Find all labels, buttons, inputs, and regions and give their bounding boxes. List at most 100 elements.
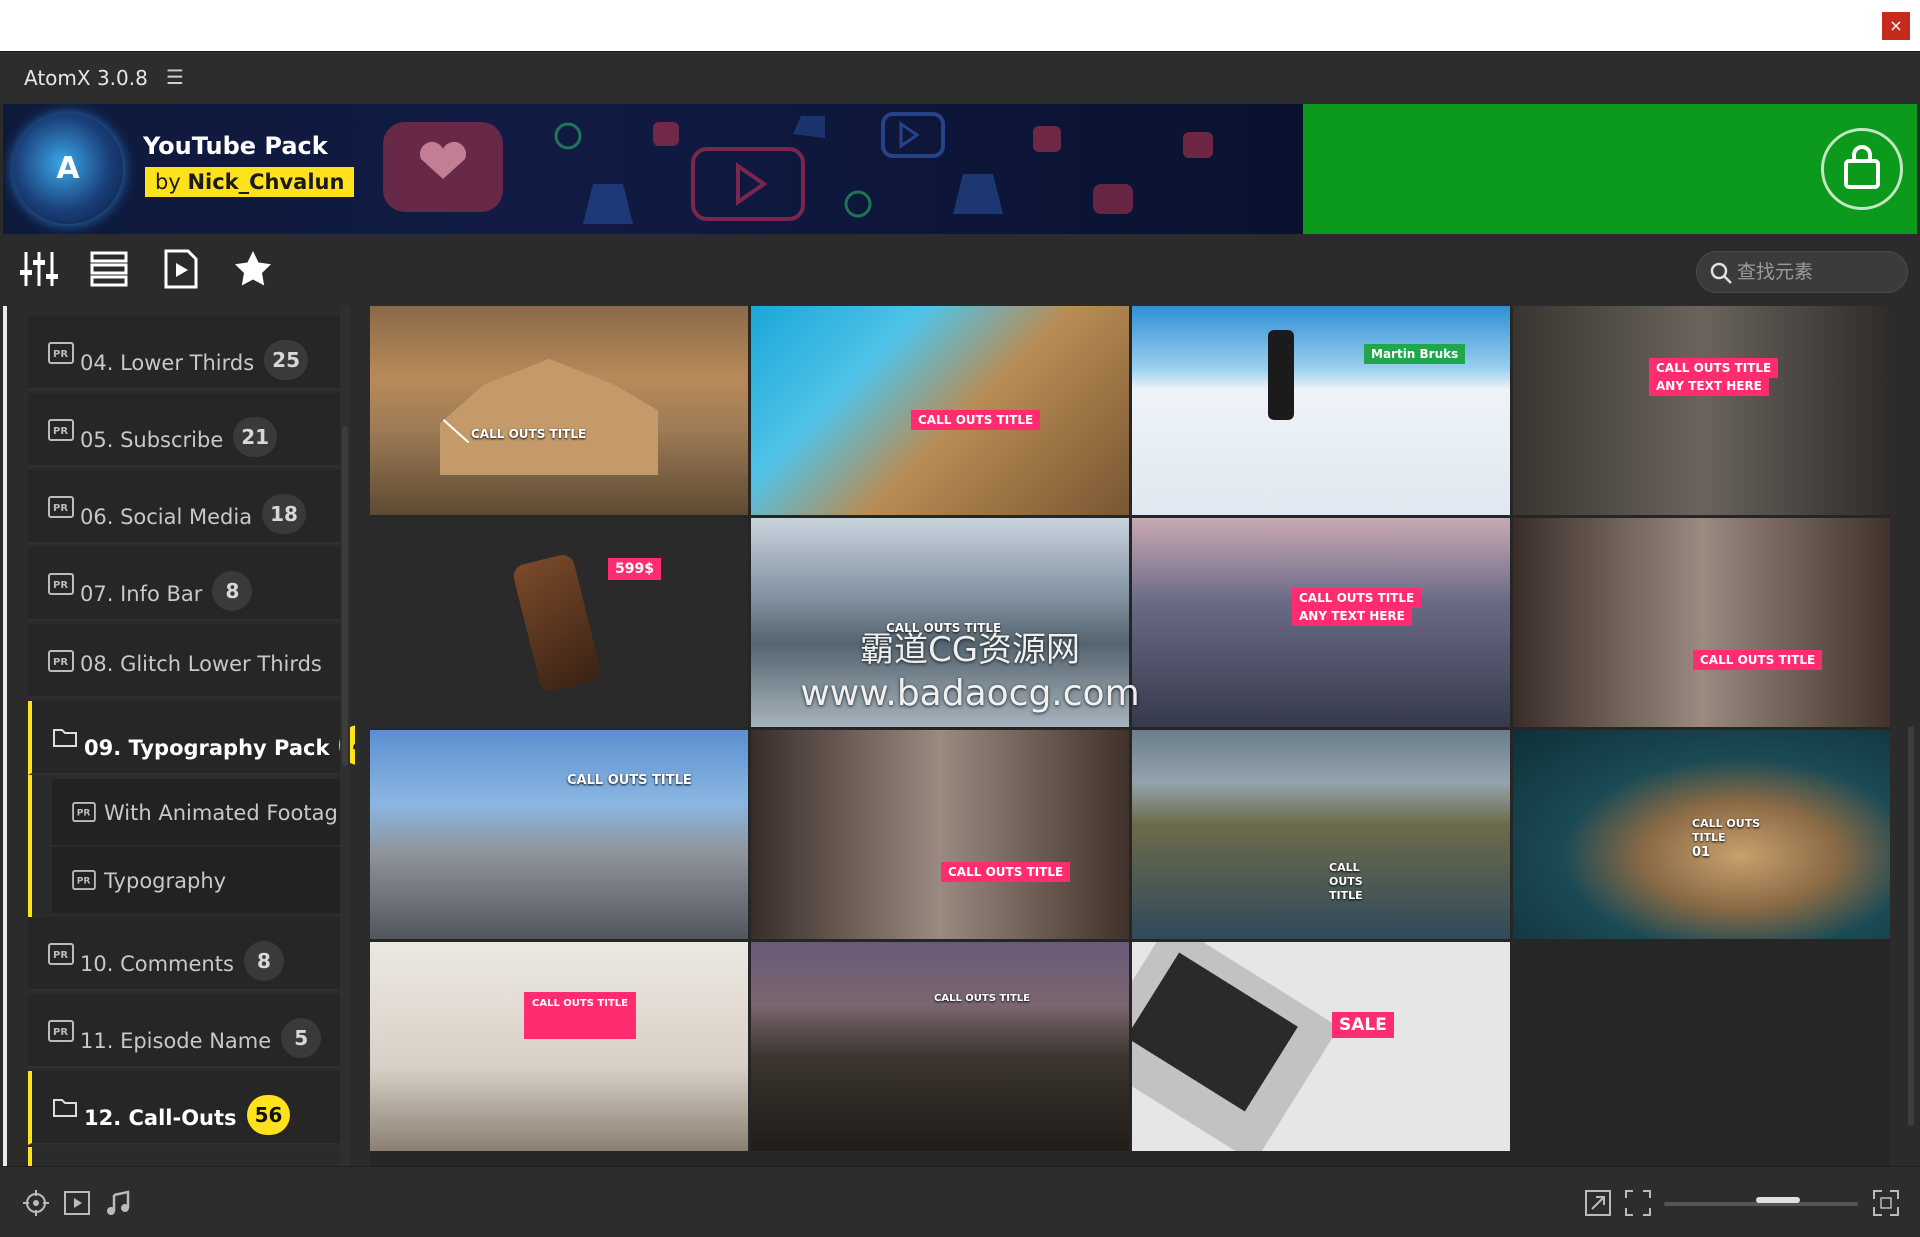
pack-title: YouTube Pack bbox=[143, 132, 328, 160]
sidebar-item-info-bar[interactable]: PR 07. Info Bar 8 bbox=[28, 547, 340, 621]
thumbnail-grid: CALL OUTS TITLE CALL OUTS TITLE Martin B… bbox=[370, 306, 1890, 1166]
hamburger-menu-icon[interactable]: ☰ bbox=[166, 65, 184, 89]
search-input[interactable] bbox=[1737, 259, 1897, 285]
callout-label: Martin Bruks bbox=[1364, 344, 1466, 364]
search-box[interactable] bbox=[1696, 251, 1908, 293]
premiere-file-icon: PR bbox=[72, 870, 96, 890]
window-close-button[interactable]: × bbox=[1882, 12, 1910, 40]
premiere-file-icon: PR bbox=[48, 1020, 74, 1042]
play-icon[interactable] bbox=[63, 1189, 91, 1217]
selection-bar bbox=[28, 775, 32, 917]
count-badge: 8 bbox=[243, 941, 284, 981]
zoom-slider-handle[interactable] bbox=[1756, 1197, 1800, 1203]
sliders-icon[interactable] bbox=[18, 248, 60, 290]
selection-bar bbox=[28, 1147, 32, 1166]
svg-text:PR: PR bbox=[77, 809, 91, 819]
svg-text:PR: PR bbox=[53, 580, 68, 591]
fullscreen-icon[interactable] bbox=[1872, 1189, 1900, 1217]
window-chrome: × bbox=[0, 0, 1920, 51]
sidebar-item-label: 05. Subscribe 21 bbox=[80, 417, 278, 461]
thumbnail-image bbox=[1513, 518, 1890, 727]
app-window: AtomX 3.0.8 ☰ A YouTube Pack by Nick_Chv… bbox=[0, 51, 1920, 1237]
svg-text:PR: PR bbox=[53, 426, 68, 437]
skier-shape bbox=[1268, 330, 1294, 420]
thumbnail-image bbox=[1132, 730, 1510, 939]
thumbnail-item[interactable]: SALE bbox=[1132, 942, 1510, 1151]
sidebar-item-lower-thirds[interactable]: PR 04. Lower Thirds 25 bbox=[28, 316, 340, 390]
count-badge: 8 bbox=[212, 571, 253, 611]
folder-open-icon bbox=[53, 729, 77, 747]
thumbnail-item[interactable]: CALL OUTS TITLE bbox=[751, 730, 1129, 939]
thumbnail-item[interactable]: CALL OUTS TITLE bbox=[1513, 518, 1890, 727]
sidebar-item-subscribe[interactable]: PR 05. Subscribe 21 bbox=[28, 393, 340, 467]
list-icon[interactable] bbox=[88, 248, 130, 290]
callout-label: TITLE bbox=[1329, 889, 1363, 902]
subitem-typography[interactable]: PR Typography bbox=[52, 847, 340, 913]
grid-scrollbar[interactable] bbox=[1906, 306, 1916, 1166]
shopping-bag-button[interactable] bbox=[1821, 128, 1903, 210]
thumbnail-item[interactable]: CALL OUTS TITLE 01 bbox=[1513, 730, 1890, 939]
grid-scroll-thumb[interactable] bbox=[1908, 726, 1914, 1126]
star-icon[interactable] bbox=[232, 248, 274, 290]
sidebar-item-comments[interactable]: PR 10. Comments 8 bbox=[28, 917, 340, 991]
video-file-icon[interactable] bbox=[160, 248, 202, 290]
sidebar-item-label: 06. Social Media 18 bbox=[80, 494, 306, 538]
count-badge: 56 bbox=[246, 1095, 291, 1135]
thumbnail-item[interactable]: CALL OUTS TITLE ANY TEXT HERE bbox=[1513, 306, 1890, 515]
count-badge: 25 bbox=[264, 340, 309, 380]
toolbar bbox=[0, 234, 1920, 302]
subitem-label: With Animated Footag bbox=[104, 801, 338, 825]
status-bar bbox=[0, 1166, 1920, 1237]
thumbnail-item[interactable]: 599$ bbox=[370, 518, 748, 727]
thumbnail-item[interactable]: CALL OUTS TITLE bbox=[1132, 730, 1510, 939]
target-icon[interactable] bbox=[22, 1189, 50, 1217]
sidebar-item-label: 12. Call-Outs 56 bbox=[84, 1095, 291, 1139]
callout-label: ANY TEXT HERE bbox=[1649, 376, 1769, 396]
thumbnail-item[interactable]: CALL OUTS TITLE bbox=[751, 942, 1129, 1151]
thumbnail-item[interactable]: Martin Bruks bbox=[1132, 306, 1510, 515]
pack-banner: A YouTube Pack by Nick_Chvalun bbox=[3, 104, 1303, 234]
thumbnail-image bbox=[751, 730, 1129, 939]
premiere-file-icon: PR bbox=[48, 650, 74, 672]
callout-label: 01 bbox=[1692, 845, 1711, 860]
sidebar-item-call-outs[interactable]: 12. Call-Outs 56 bbox=[28, 1071, 340, 1145]
thumbnail-item[interactable]: CALL OUTS TITLE bbox=[370, 306, 748, 515]
subitem-with-animated-footage[interactable]: PR With Animated Footag bbox=[52, 779, 340, 845]
count-badge: 18 bbox=[262, 494, 306, 534]
premiere-file-icon: PR bbox=[48, 496, 74, 518]
sidebar-item-episode-name[interactable]: PR 11. Episode Name 5 bbox=[28, 994, 340, 1068]
sidebar-item-label: 07. Info Bar 8 bbox=[80, 571, 253, 615]
export-icon[interactable] bbox=[1584, 1189, 1612, 1217]
svg-text:PR: PR bbox=[53, 349, 68, 360]
premiere-file-icon: PR bbox=[48, 342, 74, 364]
callout-label: CALL OUTS TITLE bbox=[911, 410, 1041, 430]
callout-label: CALL OUTS TITLE bbox=[471, 427, 587, 441]
sidebar-item-social-media[interactable]: PR 06. Social Media 18 bbox=[28, 470, 340, 544]
sidebar-item-typography-pack[interactable]: 09. Typography Pack4 bbox=[28, 701, 355, 775]
sidebar-edge bbox=[3, 306, 7, 1166]
thumbnail-item[interactable]: CALL OUTS TITLE bbox=[370, 942, 748, 1151]
thumbnail-item[interactable]: CALL OUTS TITLE bbox=[751, 306, 1129, 515]
zoom-slider[interactable] bbox=[1664, 1197, 1858, 1206]
callout-label: ANY TEXT HERE bbox=[1292, 606, 1412, 626]
thumbnail-item[interactable]: CALL OUTS TITLE bbox=[370, 730, 748, 939]
thumbnail-item[interactable]: CALL OUTS TITLE ANY TEXT HERE bbox=[1132, 518, 1510, 727]
sidebar-scrollbar[interactable] bbox=[340, 306, 350, 1166]
music-icon[interactable] bbox=[104, 1189, 132, 1217]
subitem-label: Typography bbox=[104, 869, 227, 893]
fit-icon[interactable] bbox=[1624, 1189, 1652, 1217]
count-badge: 5 bbox=[281, 1018, 322, 1058]
sidebar-item-label: 04. Lower Thirds 25 bbox=[80, 340, 309, 384]
sidebar-scroll-thumb[interactable] bbox=[342, 426, 348, 766]
thumbnail-image bbox=[370, 942, 748, 1151]
watermark: 霸道CG资源网 www.badaocg.com bbox=[800, 630, 1140, 714]
callout-label: CALL OUTS TITLE bbox=[1649, 358, 1779, 378]
sidebar-item-label: 08. Glitch Lower Thirds bbox=[80, 652, 322, 676]
sidebar-item-glitch-lower-thirds[interactable]: PR 08. Glitch Lower Thirds bbox=[28, 624, 340, 698]
sidebar-item-label: 09. Typography Pack4 bbox=[84, 725, 355, 769]
svg-text:PR: PR bbox=[53, 1027, 68, 1038]
callout-label: CALL OUTS TITLE bbox=[524, 992, 636, 1039]
pack-author[interactable]: by Nick_Chvalun bbox=[145, 167, 355, 197]
atomx-logo: A bbox=[13, 114, 123, 224]
callout-label: CALL OUTS TITLE bbox=[1292, 588, 1422, 608]
